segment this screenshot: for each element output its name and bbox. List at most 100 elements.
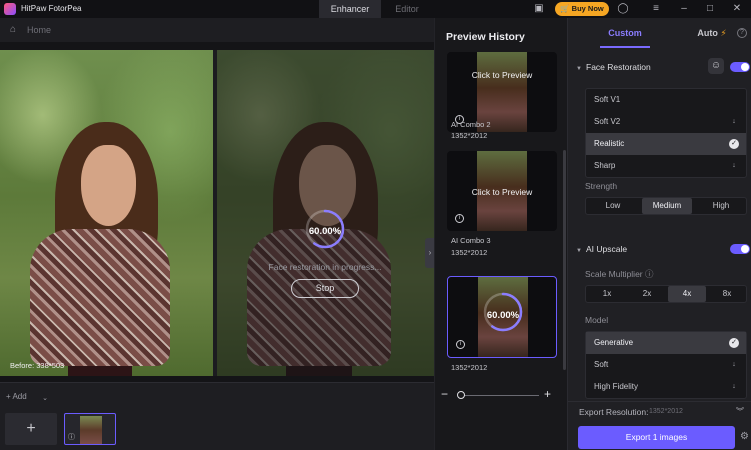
strength-low[interactable]: Low: [588, 198, 638, 214]
caret-down-icon: ▼: [576, 66, 582, 72]
add-file-tile[interactable]: +: [5, 413, 57, 445]
tab-custom[interactable]: Custom: [568, 18, 682, 48]
strength-selector: Low Medium High: [585, 197, 747, 215]
history-item-size: 1352*2012: [451, 363, 488, 372]
zoom-slider-track[interactable]: [461, 395, 539, 396]
zoom-in-button[interactable]: +: [544, 387, 551, 401]
export-resolution-label: Export Resolution:: [579, 407, 649, 417]
upscale-model-list: Generative ✓ Soft ↓ High Fidelity ↓: [585, 331, 747, 399]
download-icon[interactable]: ↓: [729, 360, 739, 370]
face-model-option[interactable]: Soft V2 ↓: [586, 111, 746, 133]
face-model-option-selected[interactable]: Realistic ✓: [586, 133, 746, 155]
check-icon: ✓: [729, 139, 739, 149]
option-label: Generative: [594, 338, 634, 347]
history-card-active[interactable]: 60.00% i: [447, 276, 557, 358]
history-card[interactable]: Click to Preview i: [447, 151, 557, 231]
info-icon[interactable]: ⓘ: [645, 269, 654, 279]
scale-4x[interactable]: 4x: [668, 286, 706, 302]
buy-now-button[interactable]: 🛒 Buy Now: [555, 2, 609, 16]
history-title: Preview History: [446, 31, 525, 43]
face-restoration-title: Face Restoration: [586, 62, 651, 72]
info-icon[interactable]: ⓘ: [68, 434, 76, 442]
strength-high[interactable]: High: [696, 198, 746, 214]
chevron-down-icon[interactable]: ︾: [736, 406, 744, 417]
check-icon: ✓: [729, 338, 739, 348]
history-scrollbar[interactable]: [563, 150, 566, 370]
progress-percent: 60.00%: [308, 226, 342, 237]
export-button[interactable]: Export 1 images: [578, 426, 735, 449]
option-label: High Fidelity: [594, 382, 639, 391]
option-label: Soft: [594, 360, 609, 369]
tab-auto-label: Auto: [697, 28, 718, 38]
click-to-preview[interactable]: Click to Preview: [447, 70, 557, 80]
scale-multiplier-label: Scale Multiplier ⓘ: [585, 268, 654, 280]
face-restoration-toggle[interactable]: [730, 62, 750, 72]
scale-1x[interactable]: 1x: [588, 286, 626, 302]
download-icon[interactable]: ↓: [729, 161, 739, 171]
strength-label: Strength: [585, 181, 618, 191]
tab-enhancer[interactable]: Enhancer: [319, 0, 381, 18]
settings-panel: Custom Auto ⚡ ? ▼ Face Restoration ☺ Soft…: [567, 18, 751, 450]
active-tab-indicator: [600, 46, 650, 48]
click-to-preview[interactable]: Click to Preview: [447, 187, 557, 197]
home-icon[interactable]: ⌂: [10, 24, 21, 35]
upscale-model-option[interactable]: Soft ↓: [586, 354, 746, 376]
stop-button[interactable]: Stop: [291, 279, 359, 298]
account-icon[interactable]: ◯: [617, 3, 629, 15]
scale-8x[interactable]: 8x: [708, 286, 746, 302]
ai-upscale-toggle[interactable]: [730, 244, 750, 254]
export-resolution-value: 1352*2012: [649, 408, 683, 415]
ai-upscale-header[interactable]: ▼ AI Upscale: [576, 244, 627, 254]
app-title: HitPaw FotorPea: [21, 4, 82, 13]
info-icon[interactable]: i: [455, 214, 464, 223]
breadcrumb: ⌂ Home: [0, 18, 434, 42]
chevron-down-icon[interactable]: ⌄: [39, 392, 51, 406]
progress-status: Face restoration in progress...: [268, 262, 382, 272]
before-image: [0, 50, 213, 376]
history-item-name: AI Combo 2: [451, 120, 491, 129]
maximize-icon[interactable]: □: [704, 3, 716, 15]
history-item-size: 1352*2012: [451, 131, 488, 140]
option-label: Soft V2: [594, 117, 621, 126]
file-thumbnail[interactable]: ⓘ: [64, 413, 116, 445]
model-label: Model: [585, 315, 609, 325]
scale-selector: 1x 2x 4x 8x: [585, 285, 747, 303]
info-icon[interactable]: i: [456, 340, 465, 349]
face-model-list: Soft V1 Soft V2 ↓ Realistic ✓ Sharp ↓: [585, 88, 747, 178]
lightning-icon: ⚡: [720, 28, 727, 38]
canvas-area: Before: 338*503 60.00% Face restoration …: [0, 42, 435, 382]
app-logo-icon: [4, 3, 16, 15]
option-label: Sharp: [594, 161, 616, 170]
download-icon[interactable]: ↓: [729, 117, 739, 127]
close-icon[interactable]: ✕: [731, 3, 743, 15]
export-resolution-row[interactable]: Export Resolution: 1352*2012 ︾: [568, 401, 751, 423]
face-model-option[interactable]: Sharp ↓: [586, 155, 746, 177]
scale-label-text: Scale Multiplier: [585, 269, 643, 279]
cart-icon: 🛒: [560, 4, 570, 13]
add-label: Add: [12, 392, 27, 401]
before-size-label: Before: 338*503: [10, 361, 65, 370]
face-restoration-header[interactable]: ▼ Face Restoration: [576, 62, 651, 72]
strength-medium[interactable]: Medium: [642, 198, 692, 214]
progress-percent: 60.00%: [486, 310, 520, 321]
zoom-slider-handle[interactable]: [457, 391, 465, 399]
home-link[interactable]: Home: [27, 25, 51, 35]
zoom-out-button[interactable]: −: [441, 387, 448, 401]
gear-icon[interactable]: ⚙: [740, 431, 749, 442]
option-label: Realistic: [594, 139, 625, 148]
menu-icon[interactable]: ≡: [650, 3, 662, 15]
chat-icon[interactable]: ▣: [533, 3, 545, 15]
help-icon[interactable]: ?: [737, 28, 747, 38]
scale-2x[interactable]: 2x: [628, 286, 666, 302]
minimize-icon[interactable]: –: [678, 3, 690, 15]
upscale-model-option-selected[interactable]: Generative ✓: [586, 332, 746, 354]
face-icon[interactable]: ☺: [708, 58, 724, 74]
history-item-size: 1352*2012: [451, 248, 488, 257]
tab-auto[interactable]: Auto ⚡: [682, 18, 742, 48]
title-bar: HitPaw FotorPea Enhancer Editor ▣ 🛒 Buy …: [0, 0, 751, 18]
face-model-option[interactable]: Soft V1: [586, 89, 746, 111]
upscale-model-option[interactable]: High Fidelity ↓: [586, 376, 746, 398]
download-icon[interactable]: ↓: [729, 382, 739, 392]
zoom-control: − +: [435, 386, 568, 406]
tab-editor[interactable]: Editor: [382, 0, 432, 18]
